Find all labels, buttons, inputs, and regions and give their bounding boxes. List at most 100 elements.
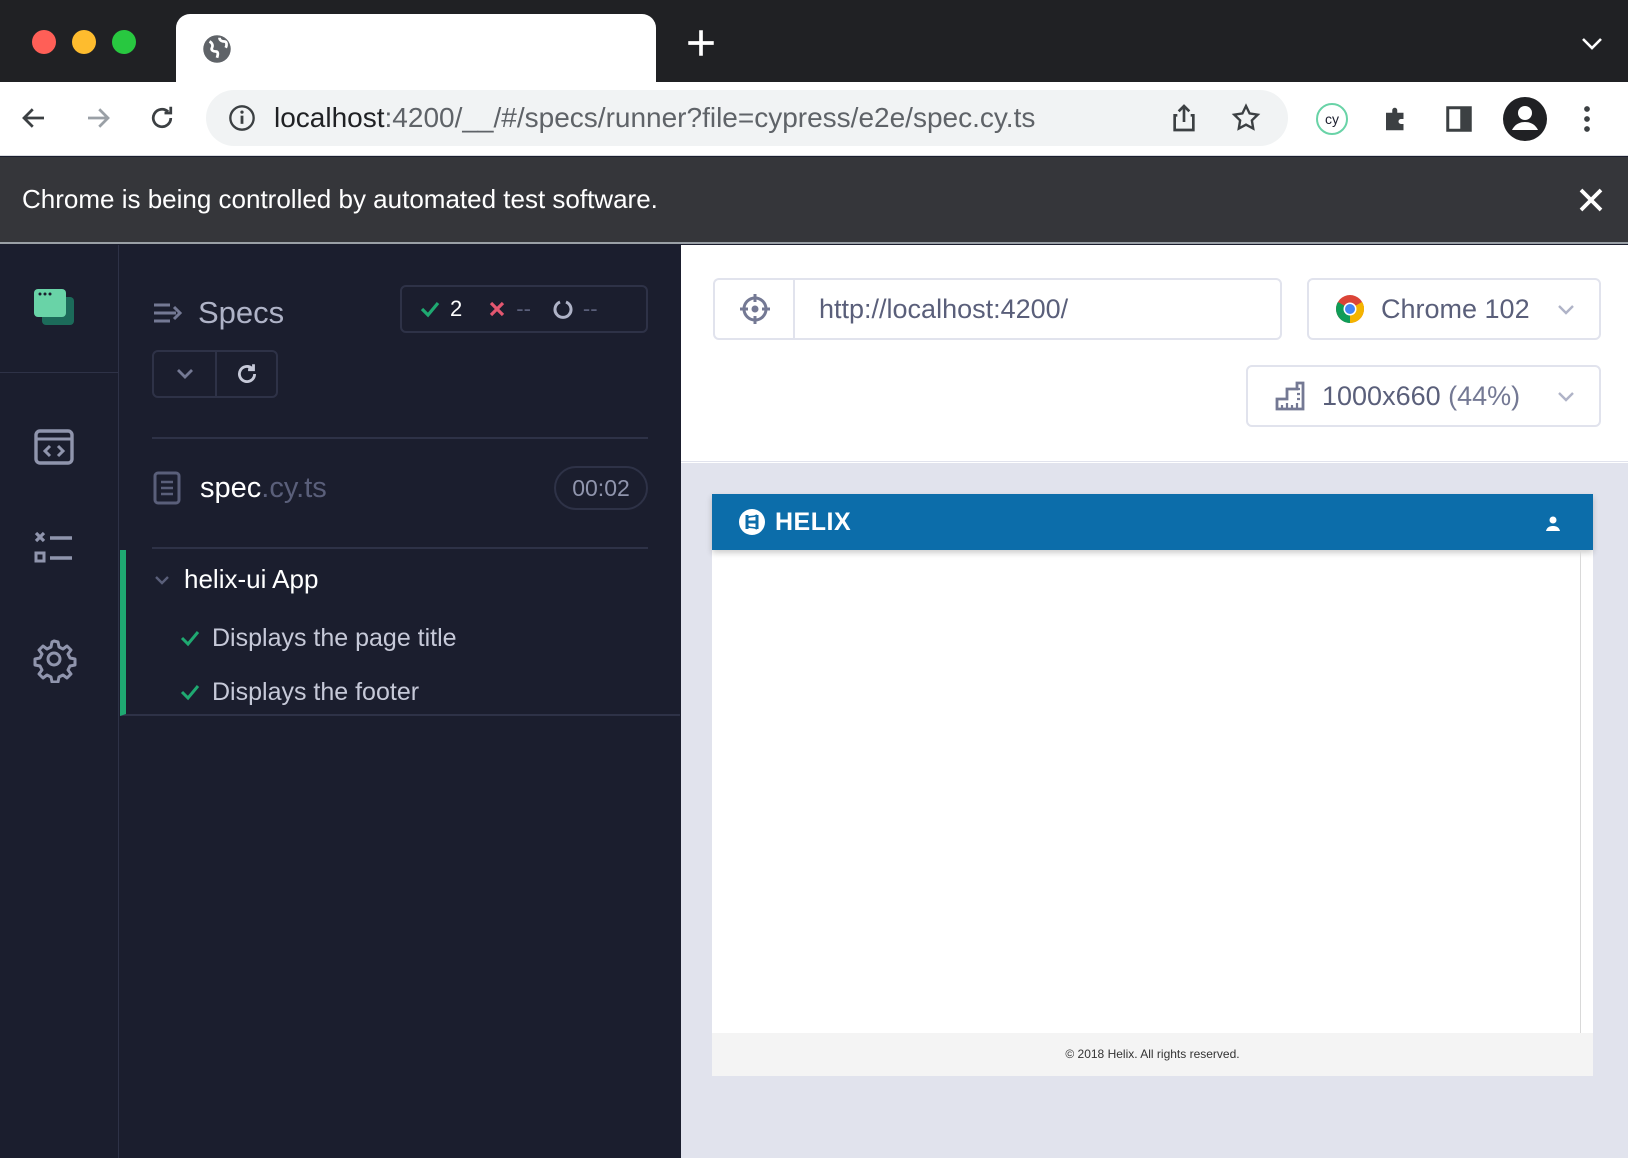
helix-footer: © 2018 Helix. All rights reserved. — [712, 1033, 1593, 1076]
globe-icon — [203, 35, 231, 63]
settings-gear-icon[interactable] — [30, 635, 78, 683]
share-icon[interactable] — [1168, 102, 1200, 134]
viewport-selector[interactable]: 1000x660 (44%) — [1246, 365, 1601, 427]
x-icon — [490, 301, 505, 317]
back-button[interactable] — [14, 98, 54, 138]
user-icon[interactable] — [1545, 515, 1561, 531]
collapse-all-button[interactable] — [154, 352, 215, 396]
browser-menu-button[interactable] — [1568, 100, 1606, 138]
address-text[interactable]: localhost:4200/__/#/specs/runner?file=cy… — [274, 90, 1035, 146]
viewport-scale: (44%) — [1448, 380, 1521, 411]
close-window-button[interactable] — [32, 30, 56, 54]
chevron-down-icon[interactable] — [154, 572, 170, 588]
more-vertical-icon — [1584, 106, 1590, 132]
suite-title[interactable]: helix-ui App — [184, 564, 318, 595]
passed-count: 2 — [450, 296, 463, 321]
cypress-app: Specs 2 -- -- spec.cy.ts 00:02 helix-ui … — [0, 245, 1628, 1158]
cypress-logo-icon[interactable] — [30, 285, 78, 333]
reporter-panel: Specs 2 -- -- spec.cy.ts 00:02 helix-ui … — [120, 245, 680, 1158]
extensions-button[interactable] — [1377, 100, 1415, 138]
specs-title: Specs — [198, 295, 285, 330]
side-panel-button[interactable] — [1440, 100, 1478, 138]
address-bar[interactable]: localhost:4200/__/#/specs/runner?file=cy… — [206, 90, 1288, 146]
spec-file-name: spec.cy.ts — [200, 472, 327, 505]
test-label: Displays the footer — [212, 677, 420, 706]
aut-header: http://localhost:4200/ Chrome 102 1000x6… — [681, 245, 1628, 462]
aut-iframe: HELIX © 2018 Helix. All rights reserved. — [712, 494, 1593, 1076]
specs-header[interactable]: Specs — [152, 293, 284, 333]
crosshair-icon — [740, 294, 770, 324]
minimize-window-button[interactable] — [72, 30, 96, 54]
arrow-left-icon — [22, 108, 44, 128]
arrow-right-icon — [88, 108, 110, 128]
address-host: localhost — [274, 102, 385, 133]
iframe-scrollbar — [1580, 550, 1581, 1033]
spec-file-row[interactable]: spec.cy.ts 00:02 — [152, 466, 648, 514]
chrome-icon — [1336, 295, 1364, 323]
helix-logo-icon[interactable] — [738, 508, 766, 536]
chevron-down-icon — [1558, 392, 1574, 402]
viewport-size: 1000x660 (44%) — [1322, 381, 1520, 412]
pending-spinner-icon — [553, 300, 573, 319]
aut-url-field[interactable]: http://localhost:4200/ — [793, 278, 1282, 340]
close-icon[interactable] — [1576, 185, 1606, 215]
browser-name: Chrome 102 — [1381, 293, 1530, 324]
automation-infobar: Chrome is being controlled by automated … — [0, 157, 1628, 244]
browser-tab-bar — [0, 0, 1628, 82]
browser-selector[interactable]: Chrome 102 — [1307, 278, 1601, 340]
browser-toolbar: localhost:4200/__/#/specs/runner?file=cy… — [0, 82, 1628, 156]
chevron-down-icon[interactable] — [1580, 36, 1604, 52]
document-icon — [153, 471, 181, 505]
reload-button[interactable] — [142, 98, 182, 138]
rerun-button[interactable] — [215, 352, 276, 396]
selector-playground-button[interactable] — [713, 278, 795, 340]
test-stats: 2 -- -- — [400, 285, 648, 333]
browser-tab[interactable] — [176, 14, 656, 82]
chevron-down-icon — [176, 369, 193, 379]
address-path: :4200/__/#/specs/runner?file=cypress/e2e… — [384, 102, 1036, 133]
helix-brand[interactable]: HELIX — [775, 494, 851, 550]
check-icon — [180, 631, 200, 647]
check-icon — [180, 685, 200, 701]
avatar-icon — [1503, 97, 1547, 141]
rail-divider — [0, 372, 119, 373]
reload-icon — [151, 106, 173, 129]
cypress-extension-button[interactable]: cy — [1313, 100, 1351, 138]
spec-extension: .cy.ts — [261, 472, 327, 504]
aut-stage: HELIX © 2018 Helix. All rights reserved. — [681, 463, 1628, 1158]
puzzle-icon — [1386, 107, 1404, 131]
app-under-test-panel: http://localhost:4200/ Chrome 102 1000x6… — [681, 245, 1628, 1158]
failed-count: -- — [516, 296, 531, 321]
test-row[interactable]: Displays the footer — [180, 674, 419, 710]
forward-button[interactable] — [78, 98, 118, 138]
test-label: Displays the page title — [212, 623, 457, 652]
spec-duration: 00:02 — [554, 466, 648, 510]
info-icon[interactable] — [228, 104, 256, 132]
chevron-down-icon — [1558, 305, 1574, 315]
svg-text:cy: cy — [1325, 111, 1339, 127]
star-icon[interactable] — [1230, 102, 1262, 134]
pending-stat: -- — [553, 296, 598, 322]
spec-basename: spec — [200, 472, 262, 504]
specs-code-icon[interactable] — [30, 423, 78, 471]
pending-count: -- — [582, 296, 598, 321]
reporter-controls — [152, 350, 278, 398]
nav-rail — [0, 245, 119, 1158]
side-panel-icon — [1446, 106, 1472, 132]
failed-stat: -- — [488, 296, 531, 322]
passed-stat: 2 — [420, 296, 462, 322]
helix-navbar: HELIX — [712, 494, 1593, 550]
cypress-extension-icon: cy — [1316, 103, 1348, 135]
check-icon — [420, 301, 440, 318]
rerun-icon — [237, 364, 256, 383]
new-tab-icon[interactable] — [684, 26, 718, 60]
infobar-message: Chrome is being controlled by automated … — [22, 184, 658, 214]
runs-list-icon[interactable] — [30, 527, 78, 575]
test-row[interactable]: Displays the page title — [180, 620, 457, 656]
divider — [152, 547, 648, 549]
divider — [152, 437, 648, 439]
ruler-icon — [1275, 381, 1305, 411]
maximize-window-button[interactable] — [112, 30, 136, 54]
specs-list-icon — [154, 303, 182, 323]
profile-button[interactable] — [1502, 96, 1548, 142]
